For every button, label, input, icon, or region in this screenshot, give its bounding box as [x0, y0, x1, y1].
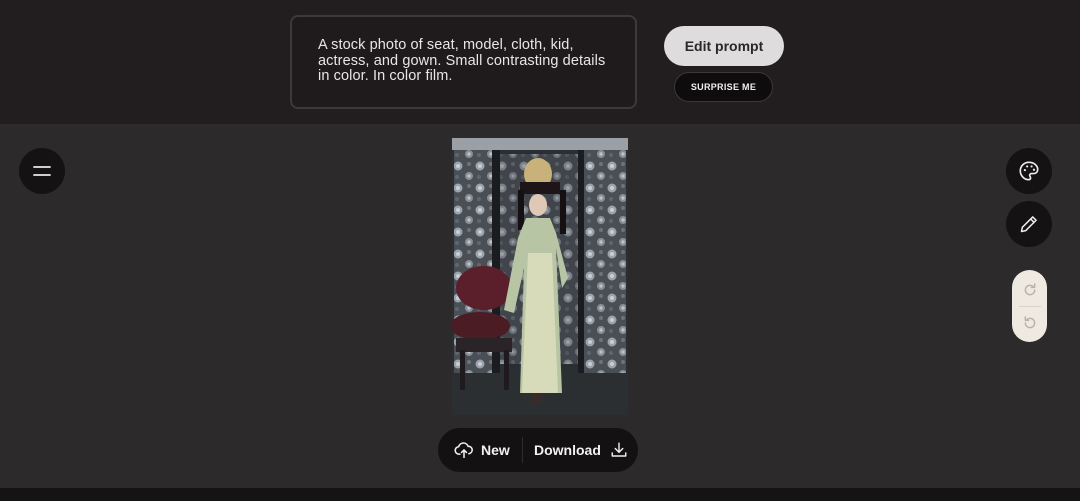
palette-button[interactable]: [1006, 148, 1052, 194]
undo-button[interactable]: [1012, 307, 1047, 339]
download-button[interactable]: Download: [523, 428, 628, 472]
generated-image: [452, 138, 628, 415]
new-label: New: [481, 442, 510, 458]
top-bar: A stock photo of seat, model, cloth, kid…: [0, 0, 1080, 124]
download-label: Download: [534, 442, 601, 458]
new-button[interactable]: New: [438, 428, 522, 472]
prompt-text: A stock photo of seat, model, cloth, kid…: [318, 37, 606, 84]
palette-icon: [1019, 161, 1039, 181]
surprise-me-button[interactable]: SURPRISE ME: [674, 72, 773, 102]
upload-cloud-icon: [454, 442, 473, 459]
menu-button[interactable]: [19, 148, 65, 194]
menu-icon: [33, 166, 51, 176]
prompt-box[interactable]: A stock photo of seat, model, cloth, kid…: [290, 15, 637, 109]
footer-bar: [0, 488, 1080, 501]
edit-prompt-button[interactable]: Edit prompt: [664, 26, 784, 66]
redo-button[interactable]: [1012, 274, 1047, 306]
edit-button[interactable]: [1006, 201, 1052, 247]
undo-icon: [1024, 315, 1035, 328]
redo-icon: [1024, 282, 1035, 295]
history-controls: [1012, 270, 1047, 342]
pencil-icon: [1020, 216, 1037, 233]
image-actions-bar: New Download: [438, 428, 638, 472]
download-icon: [611, 442, 627, 457]
